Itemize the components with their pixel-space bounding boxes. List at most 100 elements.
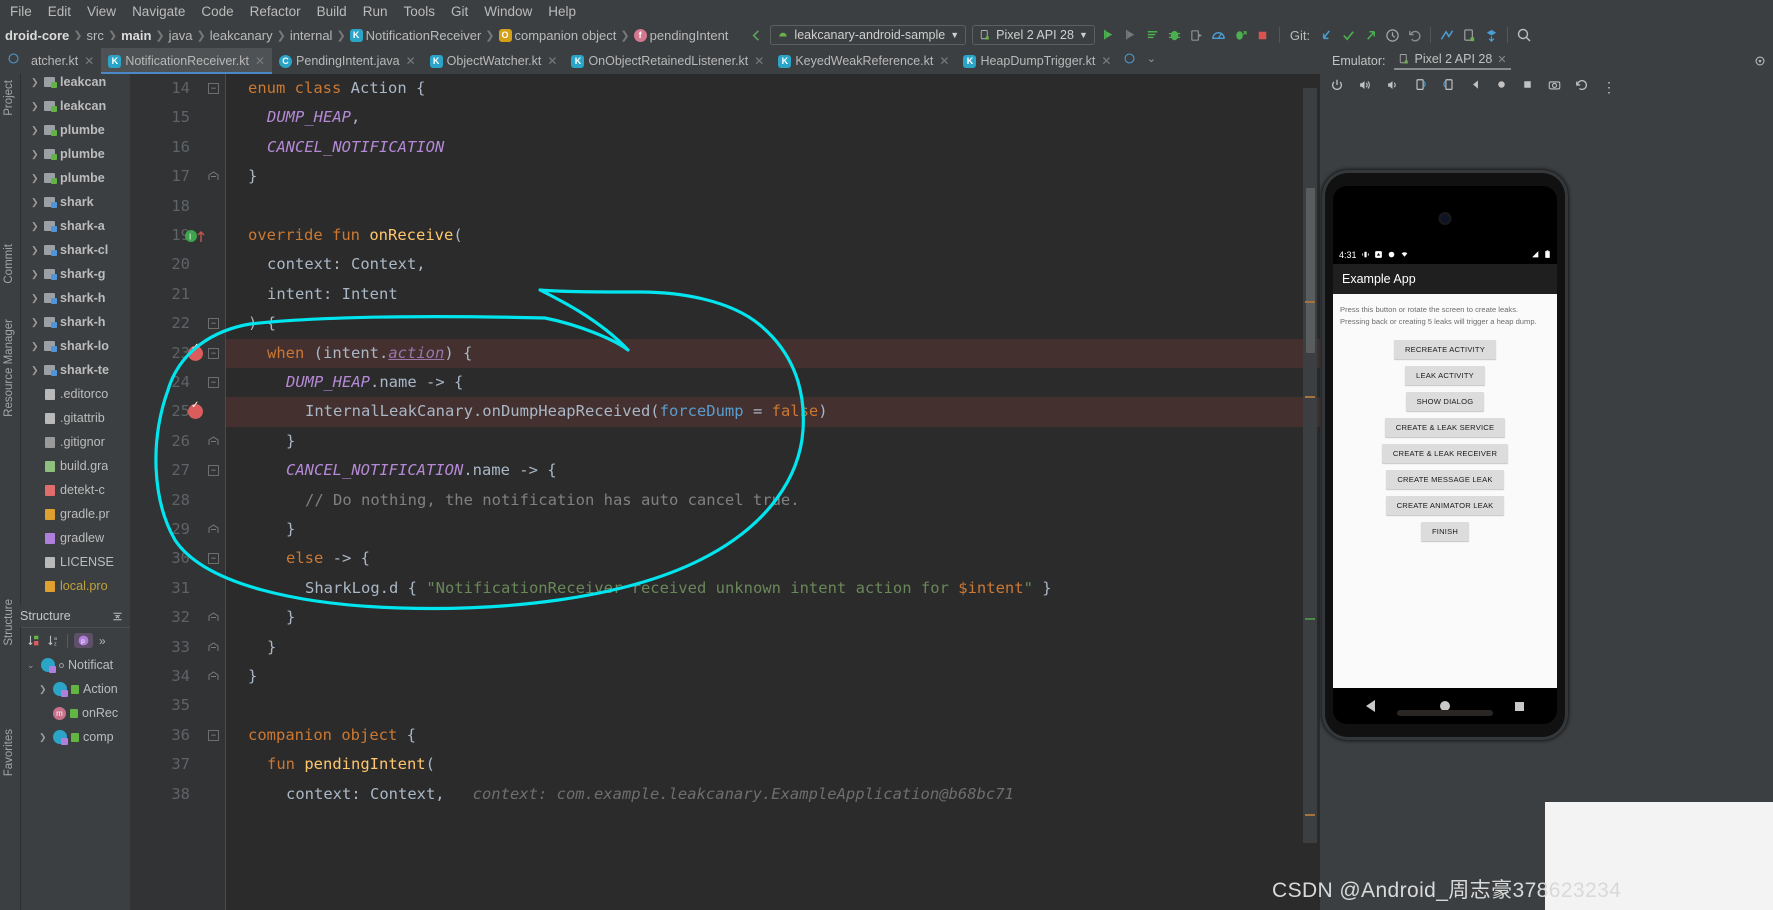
menu-item-refactor[interactable]: Refactor xyxy=(242,4,309,19)
history-icon[interactable] xyxy=(1381,25,1403,45)
chevron-down-icon[interactable]: ⌄ xyxy=(27,660,37,671)
code-line[interactable]: // Do nothing, the notification has auto… xyxy=(226,486,1320,515)
overview-icon[interactable] xyxy=(1521,78,1534,96)
menu-item-navigate[interactable]: Navigate xyxy=(124,4,193,19)
volume-down-icon[interactable] xyxy=(1385,78,1400,97)
rotate-left-icon[interactable] xyxy=(1413,78,1428,97)
back-arrow-icon[interactable] xyxy=(745,25,767,45)
chevron-right-icon[interactable]: ❯ xyxy=(31,269,41,280)
run-icon[interactable] xyxy=(1098,25,1120,45)
chevron-right-icon[interactable]: ❯ xyxy=(31,293,41,304)
project-tree-item[interactable]: build.gra xyxy=(21,454,130,478)
project-tree-item[interactable]: ❯ plumbe xyxy=(21,142,130,166)
breadcrumb-leakcanary[interactable]: leakcanary xyxy=(207,28,276,43)
breadcrumb-internal[interactable]: internal xyxy=(287,28,336,43)
editor-tab[interactable]: atcher.kt ✕ xyxy=(24,48,101,74)
git-commit-icon[interactable] xyxy=(1337,25,1359,45)
more-options-icon[interactable]: ⋮ xyxy=(1602,80,1616,94)
editor-tab[interactable]: K HeapDumpTrigger.kt ✕ xyxy=(956,48,1118,74)
code-line[interactable]: companion object { xyxy=(226,721,1320,750)
chevron-right-icon[interactable]: ❯ xyxy=(31,365,41,376)
fold-end-icon[interactable] xyxy=(208,671,219,682)
chevron-right-icon[interactable]: ❯ xyxy=(31,149,41,160)
chevron-right-icon[interactable]: ❯ xyxy=(31,125,41,136)
chevron-right-icon[interactable]: ❯ xyxy=(31,77,41,88)
code-line[interactable]: enum class Action { xyxy=(226,74,1320,103)
close-icon[interactable]: ✕ xyxy=(255,54,265,68)
code-line[interactable]: when (intent.action) { xyxy=(226,338,1320,368)
code-line[interactable]: CANCEL_NOTIFICATION.name -> { xyxy=(226,456,1320,485)
app-inspection-icon[interactable] xyxy=(1142,25,1164,45)
editor-tab[interactable]: K NotificationReceiver.kt ✕ xyxy=(101,48,273,74)
fold-end-icon[interactable] xyxy=(208,524,219,535)
project-tree-item[interactable]: local.pro xyxy=(21,574,130,598)
project-tree-item[interactable]: ❯ plumbe xyxy=(21,166,130,190)
project-tree-item[interactable]: .gitattrib xyxy=(21,406,130,430)
code-line[interactable]: ) { xyxy=(226,309,1320,338)
project-tree-item[interactable]: ❯ shark-g xyxy=(21,262,130,286)
stop-icon[interactable] xyxy=(1252,25,1274,45)
properties-filter-icon[interactable]: p xyxy=(74,633,93,648)
code-line[interactable]: intent: Intent xyxy=(226,280,1320,309)
emulator-device-screen[interactable]: 4:31 Example App Press this button or ro… xyxy=(1333,186,1557,724)
app-content[interactable]: Press this button or rotate the screen t… xyxy=(1333,294,1557,688)
profiler-icon[interactable] xyxy=(1208,25,1230,45)
sort-by-visibility-icon[interactable] xyxy=(27,634,41,648)
layout-inspector-icon[interactable] xyxy=(1436,25,1458,45)
editor-tab[interactable]: K ObjectWatcher.kt ✕ xyxy=(423,48,565,74)
device-manager-icon[interactable] xyxy=(1458,25,1480,45)
app-button[interactable]: CREATE MESSAGE LEAK xyxy=(1386,469,1504,489)
menu-item-edit[interactable]: Edit xyxy=(40,4,79,19)
code-line[interactable]: InternalLeakCanary.onDumpHeapReceived(fo… xyxy=(226,397,1320,427)
tab-overflow-icon[interactable] xyxy=(1118,48,1140,68)
project-tree-item[interactable]: LICENSE xyxy=(21,550,130,574)
undo-icon[interactable] xyxy=(1403,25,1425,45)
project-tree-item[interactable]: ❯ shark-a xyxy=(21,214,130,238)
breadcrumb-pendingintent[interactable]: f pendingIntent xyxy=(631,28,732,43)
project-tree-item[interactable]: gradle.pr xyxy=(21,502,130,526)
menu-item-window[interactable]: Window xyxy=(476,4,540,19)
chevron-right-icon[interactable]: ❯ xyxy=(31,245,41,256)
project-tree-item[interactable]: ❯ leakcan xyxy=(21,94,130,118)
fold-collapse-icon[interactable]: − xyxy=(208,377,219,388)
back-nav-icon[interactable] xyxy=(1365,700,1375,712)
breadcrumb-java[interactable]: java xyxy=(166,28,196,43)
scrollbar-thumb[interactable] xyxy=(1306,188,1315,353)
app-button[interactable]: RECREATE ACTIVITY xyxy=(1393,339,1497,359)
editor-tab[interactable]: C PendingIntent.java ✕ xyxy=(272,48,423,74)
home-icon[interactable] xyxy=(1495,78,1508,96)
app-button[interactable]: FINISH xyxy=(1420,521,1470,541)
code-line[interactable] xyxy=(226,192,1320,221)
code-line[interactable]: } xyxy=(226,515,1320,544)
screenshot-icon[interactable] xyxy=(1547,78,1562,97)
sort-alphabetically-icon[interactable]: az xyxy=(47,634,61,648)
emulator-device-tab[interactable]: Pixel 2 API 28 ✕ xyxy=(1393,52,1511,70)
run-configuration-selector[interactable]: leakcanary-android-sample ▼ xyxy=(770,25,967,45)
fold-collapse-icon[interactable]: − xyxy=(208,465,219,477)
more-options-icon[interactable]: » xyxy=(99,634,106,648)
editor-tab[interactable]: K KeyedWeakReference.kt ✕ xyxy=(771,48,956,74)
back-icon[interactable] xyxy=(1469,78,1482,96)
structure-tree-item[interactable]: m onRec xyxy=(21,701,130,725)
fold-end-icon[interactable] xyxy=(208,612,219,624)
sdk-manager-icon[interactable] xyxy=(1480,25,1502,45)
code-line[interactable]: CANCEL_NOTIFICATION xyxy=(226,133,1320,162)
code-line[interactable]: else -> { xyxy=(226,544,1320,573)
code-line[interactable]: SharkLog.d { "NotificationReceiver recei… xyxy=(226,574,1320,603)
power-icon[interactable] xyxy=(1330,78,1344,97)
fold-collapse-icon[interactable]: − xyxy=(208,83,219,94)
editor-tab[interactable]: K OnObjectRetainedListener.kt ✕ xyxy=(564,48,771,74)
collapse-all-icon[interactable] xyxy=(111,610,124,623)
chevron-right-icon[interactable]: ❯ xyxy=(31,197,41,208)
editor-code-area[interactable]: enum class Action {DUMP_HEAP, CANCEL_NOTI… xyxy=(226,74,1320,910)
app-button[interactable]: CREATE & LEAK SERVICE xyxy=(1384,417,1506,437)
chevron-right-icon[interactable]: ❯ xyxy=(39,684,49,695)
structure-tree-item[interactable]: ❯ comp xyxy=(21,725,130,749)
git-update-icon[interactable] xyxy=(1315,25,1337,45)
project-tree-item[interactable]: ❯ shark-cl xyxy=(21,238,130,262)
code-line[interactable]: context: Context, context: com.example.l… xyxy=(226,780,1320,809)
menu-item-file[interactable]: File xyxy=(2,4,40,19)
project-tree-item[interactable]: ❯ shark-h xyxy=(21,310,130,334)
app-button[interactable]: CREATE ANIMATOR LEAK xyxy=(1385,495,1505,515)
structure-tree[interactable]: ⌄ Notificat ❯ Action m onRec ❯ comp xyxy=(21,653,130,773)
